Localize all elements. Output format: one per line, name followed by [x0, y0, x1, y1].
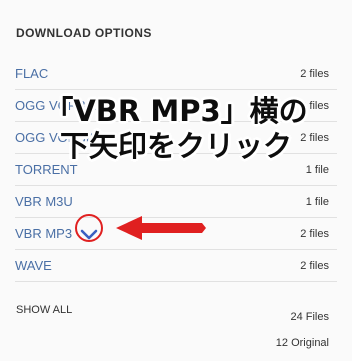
- option-link-vbr-m3u[interactable]: VBR M3U: [15, 194, 73, 209]
- total-original-count: 12 Original: [275, 337, 329, 349]
- option-link-flac[interactable]: FLAC: [15, 66, 48, 81]
- option-count: 2 files: [300, 99, 329, 112]
- option-row-ogg-vorbis: OGG VORBIS 2 files: [15, 90, 337, 122]
- option-row-vbr-m3u: VBR M3U 1 file: [15, 186, 337, 218]
- option-link-ogg-vorbis[interactable]: OGG VORBIS: [15, 98, 98, 113]
- option-link-wave[interactable]: WAVE: [15, 258, 52, 273]
- option-count: 2 files: [300, 259, 329, 272]
- panel-heading: DOWNLOAD OPTIONS: [16, 26, 152, 40]
- option-count: 1 file: [305, 195, 329, 208]
- option-row-wave: WAVE 2 files: [15, 250, 337, 282]
- chevron-down-icon[interactable]: [80, 228, 98, 240]
- option-count: 1 file: [305, 163, 329, 176]
- option-row-ogg-vorbis-2: OGG VORBIS 2 files: [15, 122, 337, 154]
- option-link-ogg-vorbis-2[interactable]: OGG VORBIS: [15, 130, 98, 145]
- total-files-count: 24 Files: [290, 311, 329, 323]
- option-count: 2 files: [300, 227, 329, 240]
- option-row-torrent: TORRENT 1 file: [15, 154, 337, 186]
- option-count: 2 files: [300, 131, 329, 144]
- download-options-list: FLAC 2 files OGG VORBIS 2 files OGG VORB…: [15, 58, 337, 282]
- option-label-vbr-mp3: VBR MP3: [15, 226, 73, 241]
- option-count: 2 files: [300, 67, 329, 80]
- option-link-vbr-mp3[interactable]: VBR MP3: [15, 226, 98, 241]
- option-row-flac: FLAC 2 files: [15, 58, 337, 90]
- download-options-panel: DOWNLOAD OPTIONS FLAC 2 files OGG VORBIS…: [0, 0, 352, 361]
- option-row-vbr-mp3: VBR MP3 2 files: [15, 218, 337, 250]
- option-link-torrent[interactable]: TORRENT: [15, 162, 78, 177]
- show-all-link[interactable]: SHOW ALL: [16, 304, 72, 316]
